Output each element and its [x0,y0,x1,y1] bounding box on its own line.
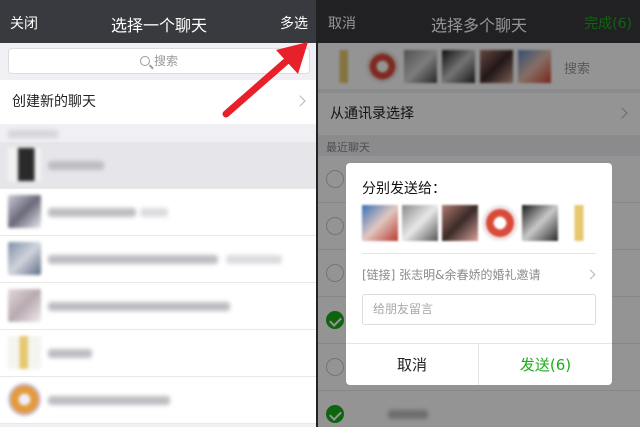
avatar [8,289,41,322]
blurred-name [48,208,136,217]
chevron-right-icon [585,269,596,280]
blurred-name [48,349,92,358]
dialog-title: 分别发送给： [362,181,446,197]
select-one-chat-screen: 关闭 选择一个聊天 多选 搜索 创建新的聊天 [0,0,318,427]
divider [362,253,596,254]
send-button[interactable]: 发送(6) [479,344,612,385]
recipient-avatar [522,205,558,241]
send-separately-dialog: 分别发送给： [链接] 张志明&余春娇的婚礼邀请 给朋友留言 取消 发送(6) [346,163,612,385]
blurred-name [140,208,168,217]
list-item[interactable] [0,377,318,424]
section-header-blurred [8,130,58,138]
list-item[interactable] [0,283,318,330]
search-icon [139,56,150,66]
chat-list [0,142,318,424]
search-input[interactable]: 搜索 [8,48,310,74]
dialog-footer: 取消 发送(6) [346,343,612,385]
chevron-right-icon [294,95,306,107]
recipient-avatar [442,205,478,241]
recipient-avatar [482,205,518,241]
select-multiple-chats-screen: 取消 选择多个聊天 完成(6) 搜索 从通讯录选择 最近聊天 分别发送给： [链… [318,0,640,427]
shared-link-preview[interactable]: [链接] 张志明&余春娇的婚礼邀请 [362,266,541,283]
top-bar: 关闭 选择一个聊天 多选 [0,0,318,43]
avatar [8,383,41,416]
multi-select-button[interactable]: 多选 [280,13,308,33]
avatar [8,242,41,275]
blurred-name [48,255,218,264]
search-placeholder: 搜索 [153,54,178,68]
blurred-name [48,302,230,311]
create-new-chat-label: 创建新的聊天 [12,94,96,110]
blurred-name [48,161,104,170]
message-input[interactable]: 给朋友留言 [362,294,596,325]
avatar [8,195,41,228]
list-item[interactable] [0,236,318,283]
list-item[interactable] [0,330,318,377]
list-item[interactable] [0,189,318,236]
recipient-avatar [362,205,398,241]
cancel-button[interactable]: 取消 [346,344,479,385]
blurred-name [226,255,282,264]
blurred-name [48,396,170,405]
create-new-chat-item[interactable]: 创建新的聊天 [0,80,318,124]
recipient-avatar [562,205,598,241]
recipient-avatar [402,205,438,241]
search-bar: 搜索 [0,43,318,79]
list-item[interactable] [0,142,318,189]
page-title: 选择一个聊天 [110,16,207,35]
avatar [8,336,41,369]
avatar [8,148,41,181]
